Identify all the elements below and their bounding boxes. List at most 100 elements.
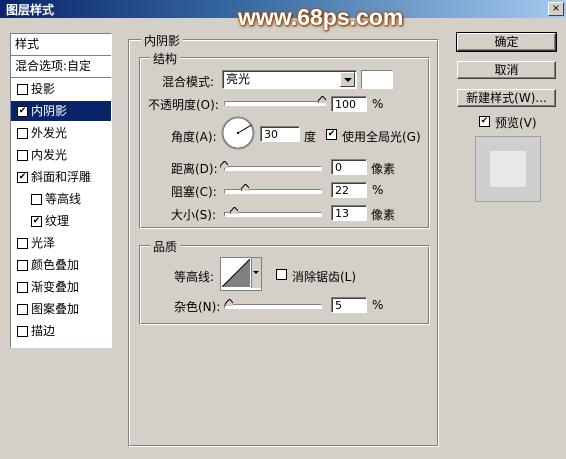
size-unit: 像素 xyxy=(371,208,396,222)
close-icon: × xyxy=(551,3,561,14)
sidebar-item-checkbox[interactable] xyxy=(17,84,28,95)
opacity-label: 不透明度(O): xyxy=(148,98,219,112)
new-style-button-label: 新建样式(W)... xyxy=(466,91,547,105)
style-list: 样式 混合选项:自定 投影 ✔ 内阴影 外发光 内发光 ✔ 斜面和浮雕 等高线 ✔ 纹理 光泽 颜色叠加渐… xyxy=(10,33,112,348)
sidebar-separator xyxy=(11,77,111,78)
sidebar-item-checkbox[interactable] xyxy=(17,260,28,271)
sidebar-item-label: 图案叠加 xyxy=(31,302,80,316)
choke-slider-thumb[interactable] xyxy=(241,184,249,191)
sidebar-item[interactable]: 投影 xyxy=(11,79,111,99)
sidebar-item[interactable]: 描边 xyxy=(11,321,111,341)
style-preview-thumbnail xyxy=(475,136,541,202)
blend-mode-label: 混合模式: xyxy=(162,75,215,89)
sidebar-item[interactable]: 渐变叠加 xyxy=(11,277,111,297)
sidebar-item[interactable]: ✔ 内阴影 xyxy=(11,101,111,121)
distance-input[interactable]: 0 xyxy=(331,159,367,175)
preview-label: 预览(V) xyxy=(495,116,537,130)
sidebar-item-checkbox[interactable] xyxy=(17,150,28,161)
blend-mode-dropdown-button[interactable] xyxy=(340,72,355,87)
noise-slider[interactable] xyxy=(224,304,322,309)
contour-dropdown-button[interactable] xyxy=(251,258,261,288)
sidebar-item[interactable]: 内发光 xyxy=(11,145,111,165)
noise-value: 5 xyxy=(335,299,342,312)
global-light-checkbox[interactable]: ✔ xyxy=(326,129,337,140)
sidebar-item-checkbox[interactable]: ✔ xyxy=(17,106,28,117)
sidebar-item-checkbox[interactable]: ✔ xyxy=(17,172,28,183)
size-slider[interactable] xyxy=(224,212,322,217)
sidebar-item-label: 等高线 xyxy=(45,192,82,206)
distance-slider[interactable] xyxy=(224,166,322,171)
chevron-down-icon xyxy=(253,271,259,274)
noise-label: 杂色(N): xyxy=(174,300,221,314)
sidebar-item-checkbox[interactable] xyxy=(17,238,28,249)
opacity-input[interactable]: 100 xyxy=(331,96,367,112)
choke-unit: % xyxy=(372,183,384,197)
window-title: 图层样式 xyxy=(6,3,55,17)
sidebar-item-checkbox[interactable] xyxy=(17,304,28,315)
inner-shadow-title: 内阴影 xyxy=(141,32,184,49)
angle-label: 角度(A): xyxy=(171,130,217,144)
structure-title: 结构 xyxy=(150,50,181,67)
cancel-button[interactable]: 取消 xyxy=(457,61,556,79)
sidebar-item-label: 斜面和浮雕 xyxy=(31,170,92,184)
quality-title: 品质 xyxy=(150,238,181,255)
sidebar-item-label: 描边 xyxy=(31,324,56,338)
sidebar-item[interactable]: 等高线 xyxy=(11,189,111,209)
distance-value: 0 xyxy=(335,161,342,174)
sidebar-item[interactable]: 外发光 xyxy=(11,123,111,143)
close-button[interactable]: × xyxy=(548,2,564,16)
blend-mode-select[interactable]: 亮光 xyxy=(222,70,357,89)
sidebar-item[interactable]: ✔ 纹理 xyxy=(11,211,111,231)
choke-input[interactable]: 22 xyxy=(331,182,367,198)
choke-slider[interactable] xyxy=(224,189,322,194)
sidebar-item-label: 内阴影 xyxy=(31,104,68,118)
sidebar-item-label: 样式 xyxy=(15,37,40,51)
noise-slider-thumb[interactable] xyxy=(225,299,233,306)
sidebar-item[interactable]: ✔ 斜面和浮雕 xyxy=(11,167,111,187)
distance-slider-thumb[interactable] xyxy=(220,161,228,168)
sidebar-item-label: 投影 xyxy=(31,82,56,96)
shadow-color-swatch[interactable] xyxy=(361,70,393,89)
sidebar-item-checkbox[interactable] xyxy=(31,194,42,205)
noise-unit: % xyxy=(372,298,384,312)
sidebar-item[interactable]: 颜色叠加 xyxy=(11,255,111,275)
sidebar-item-label: 混合选项:自定 xyxy=(15,59,92,73)
choke-label: 阻塞(C): xyxy=(171,185,217,199)
sidebar-item[interactable]: 样式 xyxy=(11,34,111,54)
size-label: 大小(S): xyxy=(171,208,217,222)
global-light-label: 使用全局光(G) xyxy=(342,130,421,144)
angle-dial[interactable] xyxy=(220,115,256,151)
title-bar[interactable]: 图层样式 www.68ps.com × xyxy=(0,0,566,30)
chevron-down-icon xyxy=(344,78,352,82)
sidebar-item[interactable]: 图案叠加 xyxy=(11,299,111,319)
angle-unit: 度 xyxy=(304,130,317,144)
preview-checkbox[interactable]: ✔ xyxy=(479,116,490,127)
sidebar-item[interactable]: 光泽 xyxy=(11,233,111,253)
contour-preview-icon xyxy=(222,259,250,287)
opacity-slider[interactable] xyxy=(224,101,326,106)
anti-alias-checkbox[interactable] xyxy=(276,269,287,280)
opacity-unit: % xyxy=(372,97,384,111)
noise-input[interactable]: 5 xyxy=(331,297,367,313)
sidebar-item-label: 纹理 xyxy=(45,214,70,228)
opacity-slider-thumb[interactable] xyxy=(318,96,326,103)
contour-picker[interactable] xyxy=(220,257,262,291)
opacity-value: 100 xyxy=(335,98,356,111)
distance-unit: 像素 xyxy=(371,162,396,176)
layer-style-dialog: 图层样式 www.68ps.com × 样式 混合选项:自定 投影 ✔ 内阴影 外发光 内发… xyxy=(0,0,566,459)
sidebar-item[interactable]: 混合选项:自定 xyxy=(11,56,111,76)
size-slider-thumb[interactable] xyxy=(230,207,238,214)
contour-label: 等高线: xyxy=(174,270,215,284)
new-style-button[interactable]: 新建样式(W)... xyxy=(457,89,556,107)
sidebar-item-checkbox[interactable]: ✔ xyxy=(31,216,42,227)
ok-button[interactable]: 确定 xyxy=(456,32,557,52)
angle-input[interactable]: 30 xyxy=(260,126,300,142)
sidebar-item-checkbox[interactable] xyxy=(17,282,28,293)
choke-value: 22 xyxy=(335,184,349,197)
anti-alias-label: 消除锯齿(L) xyxy=(292,270,357,284)
size-input[interactable]: 13 xyxy=(331,205,367,221)
sidebar-item-checkbox[interactable] xyxy=(17,326,28,337)
angle-value: 30 xyxy=(264,128,278,141)
sidebar-item-checkbox[interactable] xyxy=(17,128,28,139)
cancel-button-label: 取消 xyxy=(494,63,519,77)
